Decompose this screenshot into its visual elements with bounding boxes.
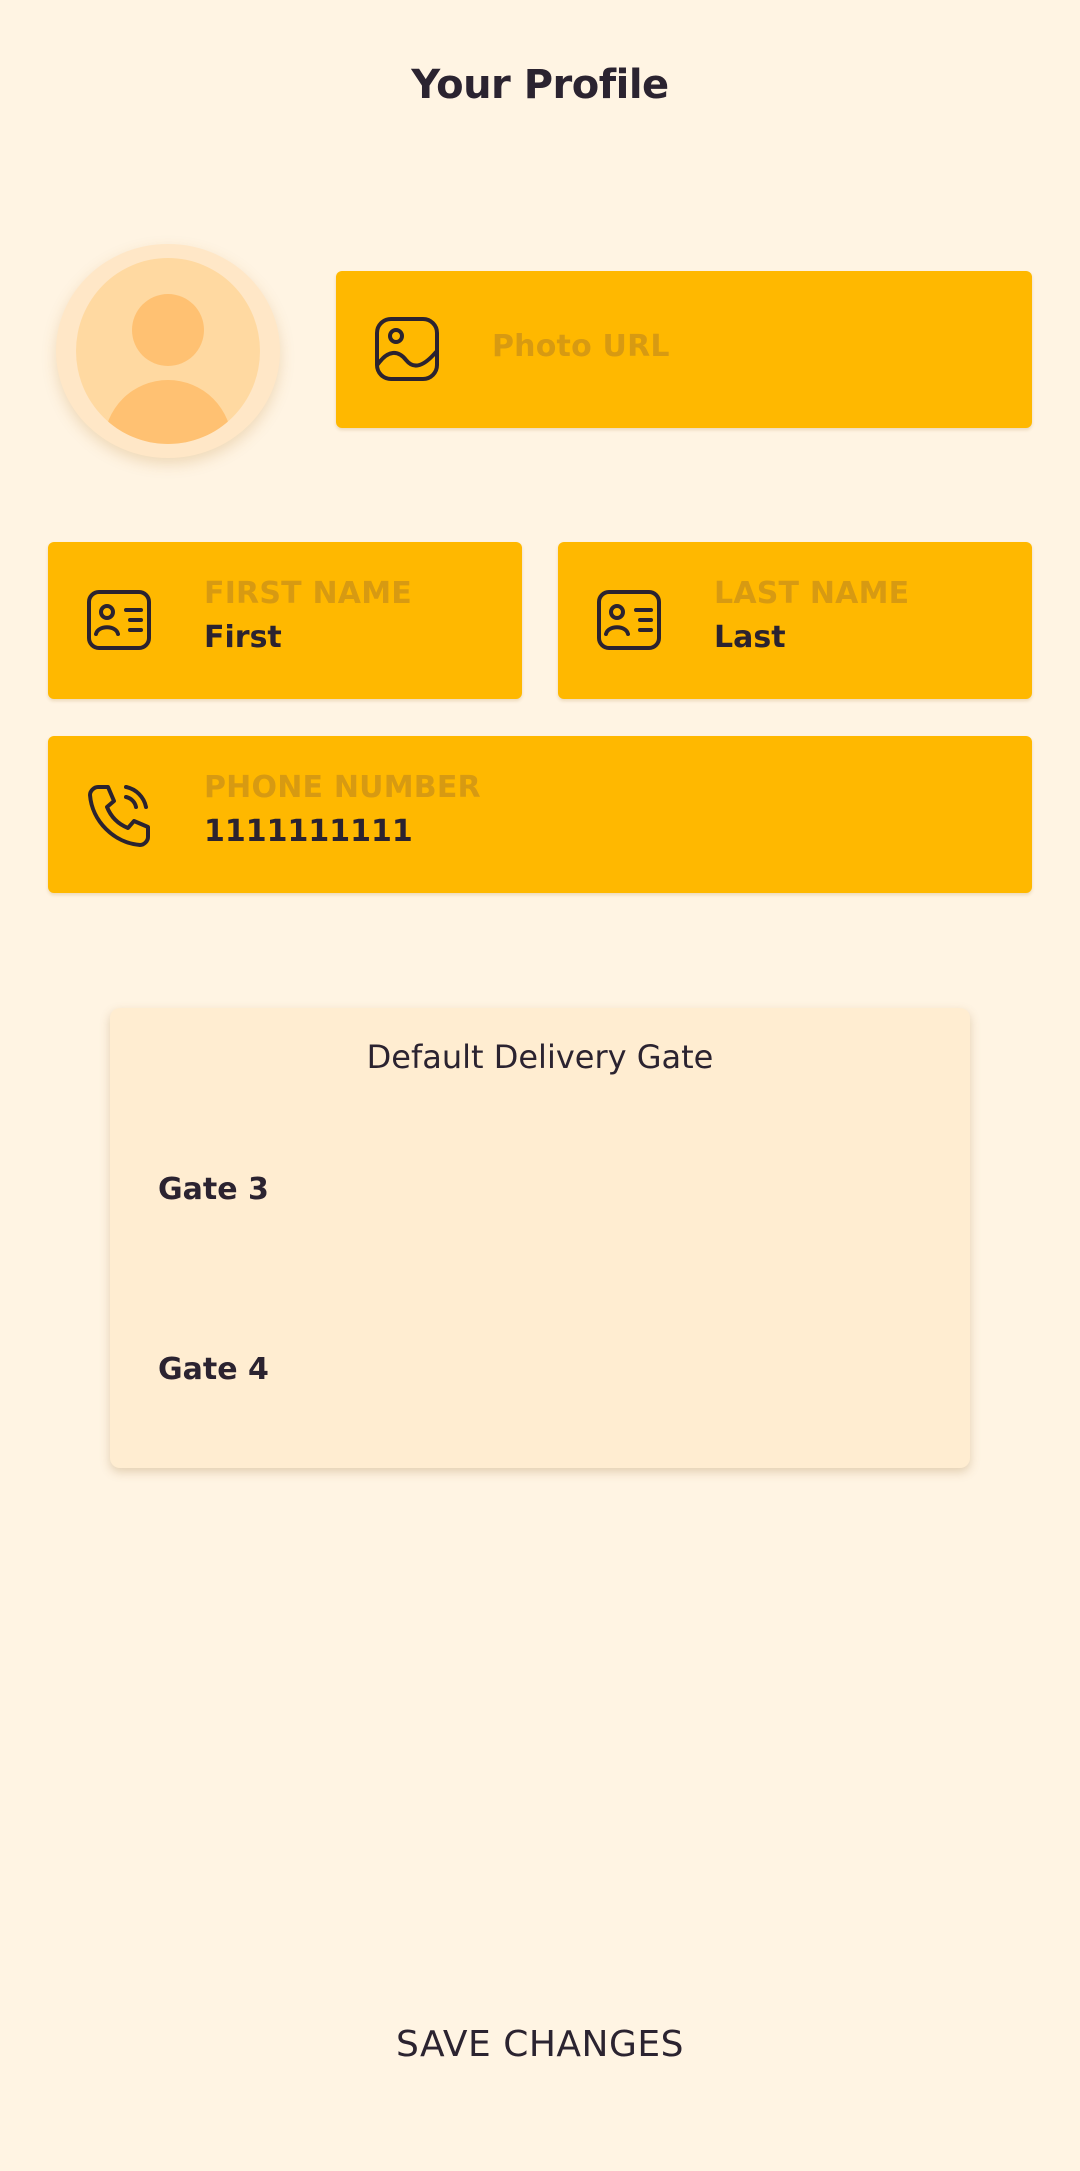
delivery-gate-title: Default Delivery Gate (366, 1038, 714, 1076)
last-name-input[interactable]: Last (714, 620, 786, 655)
profile-screen: Your Profile Photo URL FIRST NAME First … (0, 0, 1080, 2171)
id-card-icon (84, 585, 154, 655)
id-card-icon (594, 585, 664, 655)
photo-url-field[interactable]: Photo URL (336, 271, 1032, 428)
first-name-field[interactable]: FIRST NAME First (48, 542, 522, 699)
phone-number-field[interactable]: PHONE NUMBER 1111111111 (48, 736, 1032, 893)
phone-number-label: PHONE NUMBER (204, 770, 481, 805)
photo-url-input[interactable]: Photo URL (492, 329, 670, 364)
avatar[interactable] (56, 244, 280, 458)
page-title: Your Profile (411, 62, 669, 108)
phone-icon (84, 779, 154, 849)
first-name-label: FIRST NAME (204, 576, 412, 611)
gate-option[interactable]: Gate 3 (158, 1150, 918, 1230)
save-changes-button[interactable]: SAVE CHANGES (340, 2010, 740, 2080)
avatar-placeholder-icon (76, 258, 260, 444)
image-icon (372, 314, 442, 384)
avatar-body (104, 380, 232, 444)
avatar-head (132, 294, 204, 366)
last-name-field[interactable]: LAST NAME Last (558, 542, 1032, 699)
gate-option[interactable]: Gate 4 (158, 1330, 918, 1410)
last-name-label: LAST NAME (714, 576, 910, 611)
delivery-gate-card: Default Delivery Gate Gate 3 Gate 4 (110, 1008, 970, 1468)
phone-number-input[interactable]: 1111111111 (204, 814, 413, 849)
first-name-input[interactable]: First (204, 620, 282, 655)
